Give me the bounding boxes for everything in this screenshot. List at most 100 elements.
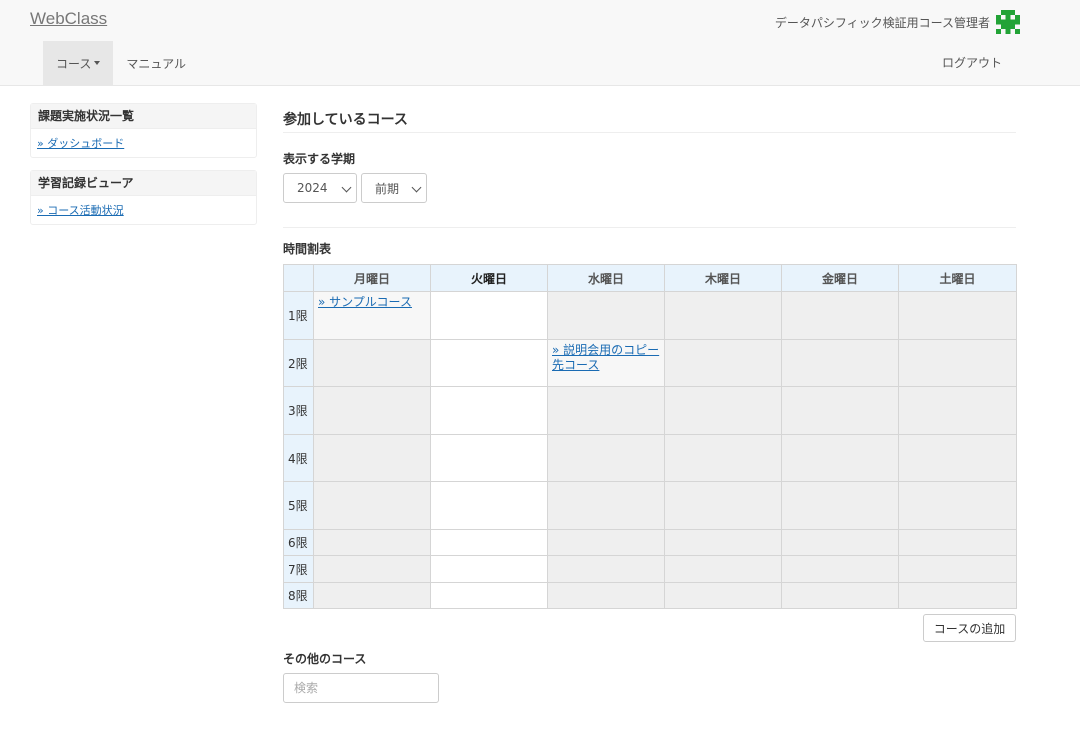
period-label: 2限 [283, 339, 314, 387]
timetable-row: 7限 [283, 555, 1017, 583]
course-search-input[interactable] [283, 673, 439, 703]
divider [283, 227, 1016, 228]
timetable-cell [898, 481, 1017, 530]
user-name: データパシフィック検証用コース管理者 [774, 15, 990, 30]
timetable-cell [547, 291, 665, 340]
timetable-cell [781, 291, 899, 340]
timetable-row: 5限 [283, 481, 1017, 530]
timetable-cell [430, 291, 548, 340]
timetable-cell [781, 555, 899, 583]
timetable-cell [313, 555, 431, 583]
timetable-cell [664, 434, 782, 482]
timetable-cell [313, 339, 431, 387]
day-header: 土曜日 [898, 264, 1017, 292]
timetable-cell [664, 291, 782, 340]
timetable-cell [898, 386, 1017, 435]
timetable-cell [781, 339, 899, 387]
timetable-cell [547, 434, 665, 482]
divider [283, 132, 1016, 133]
timetable-label: 時間割表 [283, 242, 332, 256]
timetable-cell [898, 339, 1017, 387]
timetable-row: 1限 » サンプルコース [283, 291, 1017, 340]
year-select[interactable]: 2024 [283, 173, 357, 203]
top-navbar: WebClass データパシフィック検証用コース管理者 コース マニュアル ログ… [0, 0, 1080, 86]
day-header-highlighted: 火曜日 [430, 264, 548, 292]
timetable-cell [781, 582, 899, 609]
timetable-cell [430, 434, 548, 482]
timetable-cell [898, 434, 1017, 482]
sidebar-panel-assignment-status: 課題実施状況一覧 » ダッシュボード [30, 103, 257, 158]
nav-courses-label: コース [56, 56, 92, 71]
timetable-cell [430, 529, 548, 556]
timetable-cell [430, 386, 548, 435]
timetable-cell [313, 434, 431, 482]
timetable-cell: » 説明会用のコピー先コース [547, 339, 665, 387]
brand-link[interactable]: WebClass [30, 9, 107, 29]
timetable-cell [313, 481, 431, 530]
chevron-down-icon [411, 182, 422, 193]
chevron-down-icon [341, 182, 352, 193]
caret-down-icon [94, 61, 101, 65]
timetable-cell [664, 386, 782, 435]
term-select[interactable]: 前期 [361, 173, 427, 203]
period-label: 5限 [283, 481, 314, 530]
sidebar-panel-title: 課題実施状況一覧 [31, 104, 256, 129]
day-header: 木曜日 [664, 264, 782, 292]
timetable-cell [547, 481, 665, 530]
timetable-cell [781, 529, 899, 556]
course-activity-link[interactable]: » コース活動状況 [37, 202, 124, 218]
term-select-value: 前期 [375, 181, 400, 196]
dashboard-link[interactable]: » ダッシュボード [37, 135, 124, 151]
period-label: 3限 [283, 386, 314, 435]
timetable-cell [430, 555, 548, 583]
day-header: 月曜日 [313, 264, 431, 292]
timetable-cell [313, 582, 431, 609]
timetable-cell: » サンプルコース [313, 291, 431, 340]
timetable-row: 6限 [283, 529, 1017, 556]
timetable-cell [547, 386, 665, 435]
timetable-cell [781, 386, 899, 435]
period-label: 8限 [283, 582, 314, 609]
page-title: 参加しているコース [283, 112, 408, 128]
other-courses-label: その他のコース [283, 652, 367, 666]
course-link[interactable]: » サンプルコース [318, 295, 412, 309]
timetable-cell [430, 582, 548, 609]
timetable-cell [664, 481, 782, 530]
timetable-row: 3限 [283, 386, 1017, 435]
timetable-cell [430, 339, 548, 387]
day-header: 水曜日 [547, 264, 665, 292]
nav-manual-label: マニュアル [126, 56, 187, 71]
identicon-avatar-icon [996, 10, 1020, 34]
logout-link[interactable]: ログアウト [942, 54, 1002, 71]
timetable-row: 8限 [283, 582, 1017, 609]
day-header: 金曜日 [781, 264, 899, 292]
nav-courses-dropdown[interactable]: コース [43, 41, 114, 85]
add-course-button[interactable]: コースの追加 [923, 614, 1016, 642]
timetable-cell [664, 555, 782, 583]
timetable-corner [283, 264, 314, 292]
period-label: 7限 [283, 555, 314, 583]
timetable-cell [781, 481, 899, 530]
timetable-cell [781, 434, 899, 482]
term-label: 表示する学期 [283, 152, 356, 166]
timetable-cell [547, 582, 665, 609]
timetable-cell [430, 481, 548, 530]
timetable-cell [898, 582, 1017, 609]
timetable-cell [313, 386, 431, 435]
year-select-value: 2024 [297, 181, 328, 195]
course-link[interactable]: » 説明会用のコピー先コース [552, 343, 659, 372]
timetable-cell [898, 555, 1017, 583]
timetable-header-row: 月曜日 火曜日 水曜日 木曜日 金曜日 土曜日 [283, 264, 1017, 292]
timetable-cell [664, 339, 782, 387]
timetable-cell [313, 529, 431, 556]
timetable-cell [898, 529, 1017, 556]
timetable-cell [664, 529, 782, 556]
main-nav: コース マニュアル [43, 41, 199, 85]
nav-manual[interactable]: マニュアル [113, 41, 199, 85]
timetable-row: 2限 » 説明会用のコピー先コース [283, 339, 1017, 387]
period-label: 4限 [283, 434, 314, 482]
timetable: 月曜日 火曜日 水曜日 木曜日 金曜日 土曜日 1限 » サンプルコース 2限 » 説… [283, 264, 1017, 609]
timetable-cell [547, 555, 665, 583]
timetable-cell [547, 529, 665, 556]
timetable-cell [898, 291, 1017, 340]
